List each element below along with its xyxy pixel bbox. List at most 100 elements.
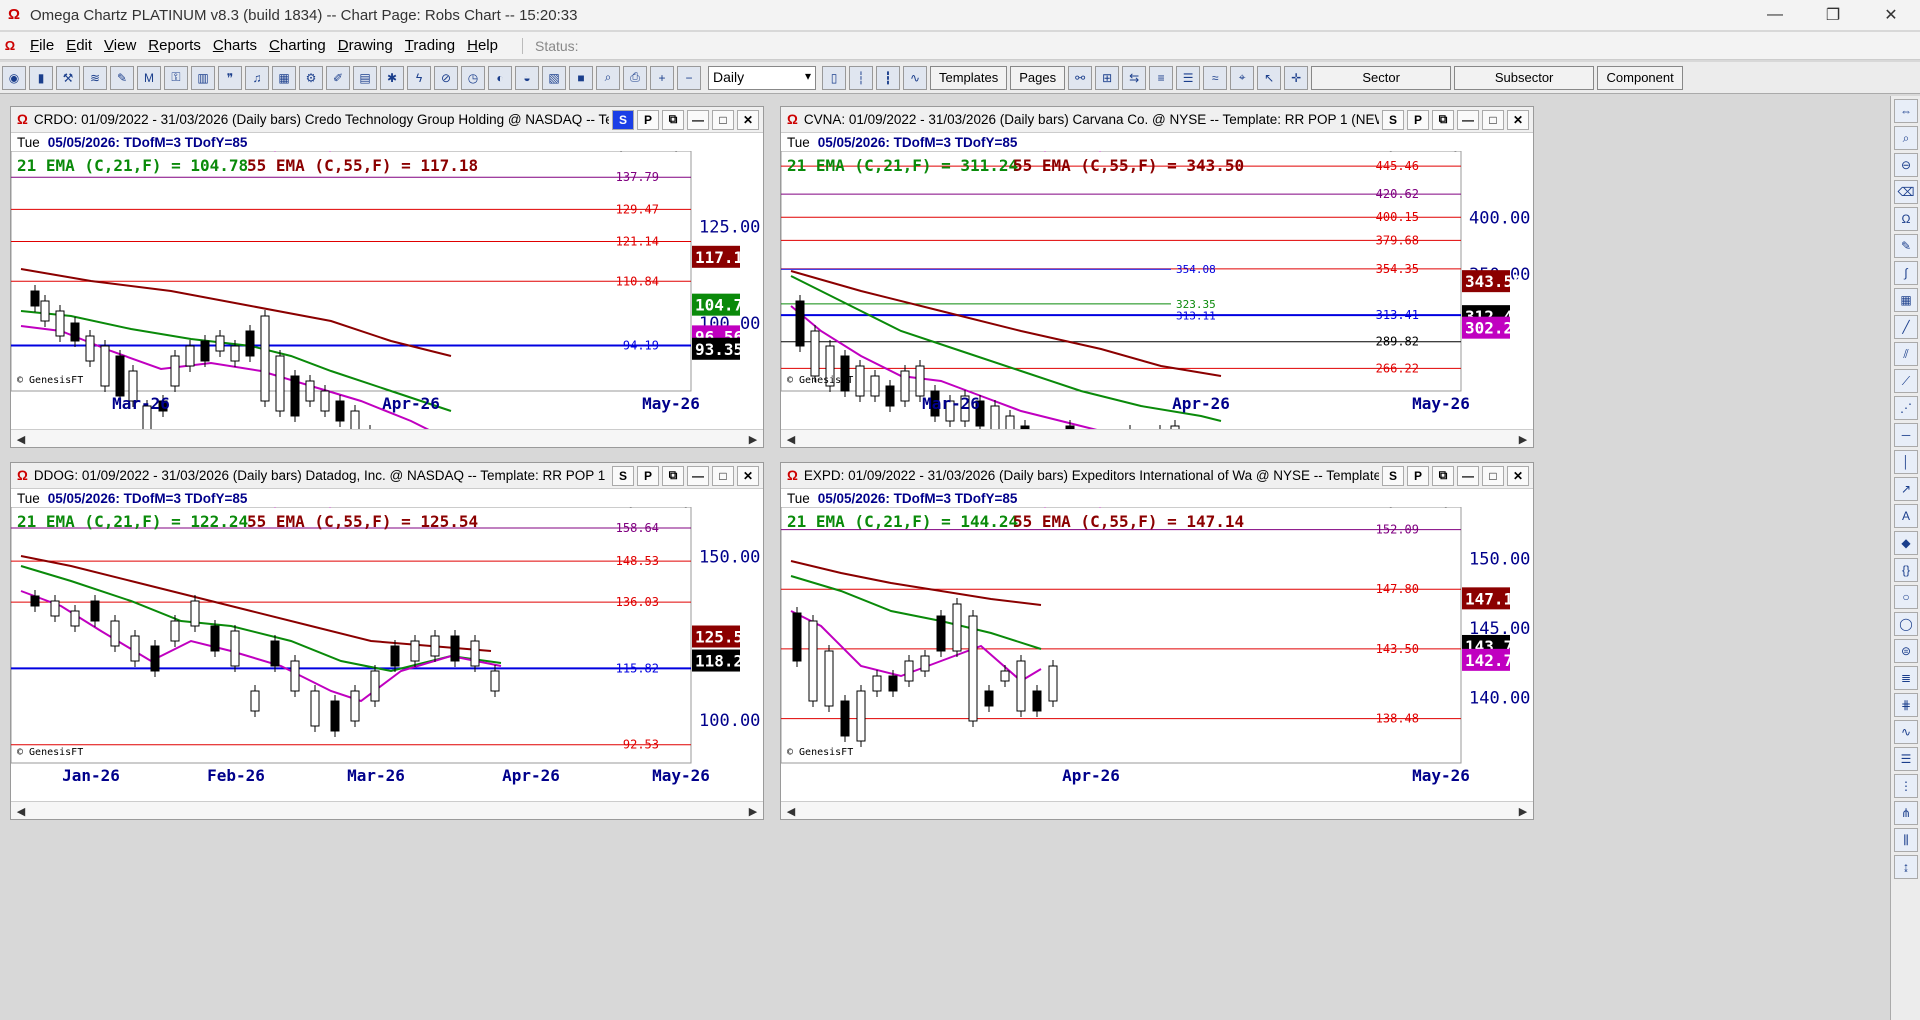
template-s-button[interactable]: S [1382,465,1404,486]
scroll-left-icon[interactable]: ◀ [13,803,29,819]
template-s-button[interactable]: S [612,465,634,486]
price-chart[interactable]: 158.64 148.53 136.03 115.82 92.53 8 EMA (C,7,… [11,507,765,803]
scroll-right-icon[interactable]: ▶ [1515,803,1531,819]
scan-icon[interactable]: ≋ [83,65,107,90]
close-button[interactable]: ✕ [1862,0,1920,30]
detach-icon[interactable]: ⧉ [662,109,684,130]
brace-icon[interactable]: {} [1894,558,1918,582]
compare-icon[interactable]: ⇆ [1122,65,1147,90]
price-chart[interactable]: 152.09 147.80 143.50 138.48 8 EMA (C,7,F) = … [781,507,1535,803]
close-chart-icon[interactable]: ✕ [737,109,759,130]
spread-icon[interactable]: ≡ [1149,65,1174,90]
template-s-button[interactable]: S [612,109,634,130]
menu-edit[interactable]: Edit [60,37,98,54]
target-icon[interactable]: ⊜ [1894,639,1918,663]
menu-charts[interactable]: Charts [207,37,263,54]
chart-window-expd[interactable]: Ω EXPD: 01/09/2022 - 31/03/2026 (Daily ba… [780,462,1534,820]
no-entry-icon[interactable]: ⊘ [434,65,458,90]
template-p-button[interactable]: P [637,109,659,130]
sector-button[interactable]: Sector [1311,65,1452,90]
hammer-icon[interactable]: ⚒ [56,65,80,90]
parallel-icon[interactable]: ⫼ [1894,828,1918,852]
timeframe-select[interactable]: Daily [708,65,816,90]
crosshair-icon[interactable]: ⌖ [1230,65,1255,90]
zoom-out-icon[interactable]: ⊖ [1894,153,1918,177]
menu-drawing[interactable]: Drawing [332,37,399,54]
menu-help[interactable]: Help [461,37,504,54]
restore-button[interactable]: ❐ [1804,0,1862,30]
menu-reports[interactable]: Reports [142,37,207,54]
horizontal-scrollbar[interactable]: ◀ ▶ [781,429,1533,447]
menu-charting[interactable]: Charting [263,37,332,54]
template-s-button[interactable]: S [1382,109,1404,130]
candle-icon[interactable]: ▯ [822,65,846,90]
remove-study-icon[interactable]: − [677,65,701,90]
cycle-icon[interactable]: ∿ [1894,720,1918,744]
omega-menu-icon[interactable]: Ω [2,38,18,54]
chart-window-cvna[interactable]: Ω CVNA: 01/09/2022 - 31/03/2026 (Daily ba… [780,106,1534,448]
gann-icon[interactable]: ⋕ [1894,693,1918,717]
chart-window-ddog[interactable]: Ω DDOG: 01/09/2022 - 31/03/2026 (Daily ba… [10,462,764,820]
maximize-chart-icon[interactable]: □ [1482,465,1504,486]
bell-icon[interactable]: ♫ [245,65,269,90]
minimize-chart-icon[interactable]: — [687,109,709,130]
circle-icon[interactable]: ○ [1894,585,1918,609]
omega-icon[interactable]: Ω [1894,207,1918,231]
bar-chart-icon[interactable]: ▥ [191,65,215,90]
horizontal-scrollbar[interactable]: ◀ ▶ [11,801,763,819]
fan-icon[interactable]: ⋰ [1894,396,1918,420]
clock-icon[interactable]: ◷ [461,65,485,90]
resize-icon[interactable]: ⇔ [1894,99,1918,123]
pitchfork-icon[interactable]: ⋔ [1894,801,1918,825]
pointer-icon[interactable]: ↖ [1257,65,1282,90]
key-icon[interactable]: ⚿ [164,65,188,90]
detach-icon[interactable]: ⧉ [662,465,684,486]
scroll-right-icon[interactable]: ▶ [1515,431,1531,447]
menu-file[interactable]: File [24,37,60,54]
menu-trading[interactable]: Trading [399,37,461,54]
ellipse-icon[interactable]: ◯ [1894,612,1918,636]
trendline-icon[interactable]: ╱ [1894,315,1918,339]
freehand-icon[interactable]: ∫ [1894,261,1918,285]
component-button[interactable]: Component [1597,65,1684,90]
magnifier-icon[interactable]: ⌕ [1894,126,1918,150]
minimize-chart-icon[interactable]: — [1457,109,1479,130]
pen-icon[interactable]: ✎ [1894,234,1918,258]
measure-icon[interactable]: ↨ [1894,855,1918,879]
add-study-icon[interactable]: + [650,65,674,90]
templates-button[interactable]: Templates [930,65,1008,90]
close-chart-icon[interactable]: ✕ [737,465,759,486]
zoom-icon[interactable]: ⌕ [596,65,620,90]
scroll-left-icon[interactable]: ◀ [13,431,29,447]
quote-icon[interactable]: ❞ [218,65,242,90]
traffic-light-icon[interactable]: ▮ [29,65,53,90]
arrow-icon[interactable]: ↗ [1894,477,1918,501]
vertical-line-icon[interactable]: │ [1894,450,1918,474]
shield-icon[interactable]: ◒ [515,65,539,90]
minimize-chart-icon[interactable]: — [1457,465,1479,486]
pencil-icon[interactable]: ✐ [326,65,350,90]
bug-icon[interactable]: ✱ [380,65,404,90]
subsector-button[interactable]: Subsector [1454,65,1595,90]
close-chart-icon[interactable]: ✕ [1507,465,1529,486]
line-chart-icon[interactable]: ∿ [903,65,927,90]
horizontal-scrollbar[interactable]: ◀ ▶ [11,429,763,447]
ohlc-icon[interactable]: ┆ [849,65,873,90]
settings-icon[interactable]: ⚙ [299,65,323,90]
pages-button[interactable]: Pages [1010,65,1066,90]
link-icon[interactable]: ⚯ [1068,65,1093,90]
move-icon[interactable]: ✛ [1284,65,1309,90]
detach-icon[interactable]: ⧉ [1432,109,1454,130]
speed-lines-icon[interactable]: ⋮ [1894,774,1918,798]
wave-icon[interactable]: ≈ [1203,65,1228,90]
eraser-icon[interactable]: ⌫ [1894,180,1918,204]
bars-icon[interactable]: ┇ [876,65,900,90]
detach-icon[interactable]: ⧉ [1432,465,1454,486]
price-chart[interactable]: 445.46 420.62 400.15 379.68 354.35 313.41 289.… [781,151,1535,431]
globe-icon[interactable]: ◉ [2,65,26,90]
maximize-chart-icon[interactable]: □ [712,109,734,130]
m-indicator-icon[interactable]: M [137,65,161,90]
print-icon[interactable]: ⎙ [623,65,647,90]
menu-view[interactable]: View [98,37,142,54]
chart-window-crdo[interactable]: Ω CRDO: 01/09/2022 - 31/03/2026 (Daily ba… [10,106,764,448]
